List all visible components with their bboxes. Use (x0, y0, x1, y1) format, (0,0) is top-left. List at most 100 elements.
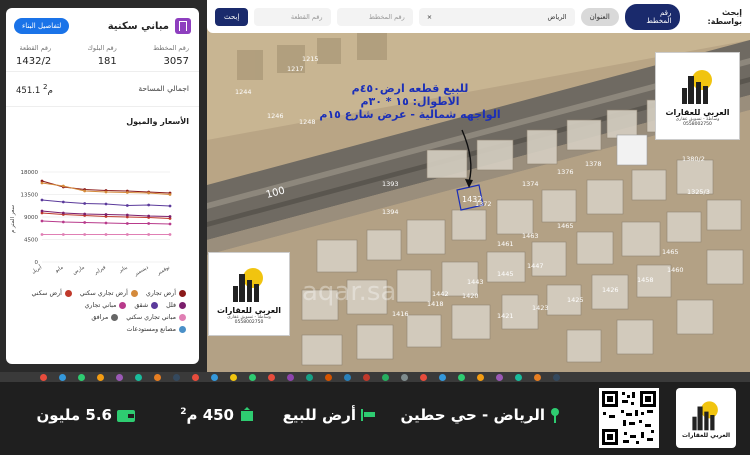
legend-item[interactable]: مرافق (91, 314, 119, 321)
qr-code[interactable] (599, 388, 659, 448)
annotation-line-2: الاطوال: ١٥ * ٣٠م (360, 95, 460, 108)
series-point[interactable] (61, 220, 65, 224)
taskbar-app-icon[interactable] (211, 373, 218, 381)
series-point[interactable] (147, 222, 151, 225)
series-point[interactable] (147, 203, 151, 207)
series-point[interactable] (40, 198, 44, 202)
series-point[interactable] (147, 233, 151, 236)
taskbar-app-icon[interactable] (553, 373, 560, 381)
taskbar-app-icon[interactable] (135, 373, 142, 381)
taskbar-app-icon[interactable] (382, 373, 389, 381)
y-tick-label: 18000 (21, 170, 39, 176)
series-point[interactable] (125, 222, 129, 225)
taskbar-app-icon[interactable] (230, 373, 237, 381)
plot-number: 1393 (382, 180, 399, 188)
panel-header: مباني سكنية لتفاصيل البناء (6, 8, 199, 40)
series-point[interactable] (125, 213, 129, 217)
series-point[interactable] (168, 215, 172, 218)
legend-item[interactable]: أرض سكني (32, 290, 72, 297)
taskbar-app-icon[interactable] (154, 373, 161, 381)
taskbar-app-icon[interactable] (344, 373, 351, 381)
search-button[interactable]: إبحث (214, 7, 249, 26)
series-point[interactable] (125, 204, 129, 207)
taskbar-app-icon[interactable] (59, 373, 66, 381)
taskbar-app-icon[interactable] (268, 373, 275, 381)
series-point[interactable] (40, 233, 44, 236)
series-point[interactable] (125, 191, 129, 194)
map-annotation: للبيع قطعه ارض٤٥٠م الاطوال: ١٥ * ٣٠م الو… (300, 82, 520, 121)
map-watermark: aqar.sa (302, 277, 396, 307)
legend-dot-icon (179, 326, 186, 333)
legend-label: أرض سكني (31, 290, 62, 297)
logo-name: العربي للعقارات (665, 107, 730, 117)
legend-item[interactable]: أرض تجاري سكني (80, 290, 138, 297)
series-point[interactable] (104, 190, 108, 194)
legend-item[interactable]: مصانع ومستودعات (127, 326, 186, 333)
taskbar-app-icon[interactable] (515, 373, 522, 381)
series-point[interactable] (104, 221, 108, 225)
series-point[interactable] (104, 213, 108, 216)
taskbar-app-icon[interactable] (173, 373, 180, 381)
plot-number: 1443 (467, 278, 484, 286)
tab-address[interactable]: العنوان (580, 7, 619, 26)
series-point[interactable] (40, 209, 44, 213)
series-point[interactable] (61, 211, 65, 215)
series-point[interactable] (168, 222, 172, 226)
building-details-button[interactable]: لتفاصيل البناء (14, 18, 70, 34)
panel-title: مباني سكنية (108, 18, 191, 34)
series-point[interactable] (168, 193, 172, 196)
taskbar-app-icon[interactable] (439, 373, 446, 381)
taskbar-app-icon[interactable] (97, 373, 104, 381)
series-point[interactable] (61, 233, 65, 236)
area-value: 451.1 م2 (16, 82, 53, 96)
series-point[interactable] (83, 233, 87, 236)
taskbar-app-icon[interactable] (40, 373, 47, 381)
taskbar-app-icon[interactable] (458, 373, 465, 381)
legend-item[interactable]: مباني تجاري (85, 302, 127, 309)
legend-dot-icon (111, 314, 119, 321)
taskbar-app-icon[interactable] (249, 373, 256, 381)
taskbar-app-icon[interactable] (192, 373, 199, 381)
x-tick-label: مارس (72, 264, 86, 276)
taskbar-app-icon[interactable] (116, 373, 123, 381)
clear-icon[interactable]: × (427, 13, 432, 21)
taskbar-app-icon[interactable] (287, 373, 294, 381)
taskbar-app-icon[interactable] (363, 373, 370, 381)
taskbar-app-icon[interactable] (325, 373, 332, 381)
taskbar-app-icon[interactable] (420, 373, 427, 381)
plot-number: 1465 (662, 248, 679, 256)
x-tick-label: نوفمبر (155, 265, 171, 277)
series-point[interactable] (125, 233, 129, 236)
parcel-number-input[interactable]: رقم القطعة (254, 7, 331, 26)
city-select[interactable]: الرياض × (418, 7, 575, 26)
taskbar-app-icon[interactable] (534, 373, 541, 381)
series-point[interactable] (104, 202, 108, 206)
taskbar-app-icon[interactable] (306, 373, 313, 381)
series-point[interactable] (83, 202, 87, 205)
plot-number: 1378 (585, 160, 602, 168)
series-point[interactable] (40, 181, 44, 185)
series-point[interactable] (147, 214, 151, 218)
legend-item[interactable]: فلل (166, 302, 186, 309)
series-point[interactable] (61, 200, 65, 204)
series-point[interactable] (83, 189, 87, 193)
series-point[interactable] (83, 221, 87, 224)
taskbar-app-icon[interactable] (401, 373, 408, 381)
series-point[interactable] (83, 212, 87, 216)
series-point[interactable] (61, 184, 65, 188)
legend-item[interactable]: شقق (134, 302, 159, 309)
taskbar-app-icon[interactable] (496, 373, 503, 381)
series-point[interactable] (168, 233, 172, 236)
legend-dot-icon (179, 290, 186, 297)
series-point[interactable] (40, 219, 44, 223)
series-point[interactable] (104, 233, 108, 236)
legend-item[interactable]: أرض تجاري (146, 290, 186, 297)
taskbar-app-icon[interactable] (477, 373, 484, 381)
taskbar-app-icon[interactable] (78, 373, 85, 381)
legend-label: مباني تجاري سكني (126, 314, 176, 321)
series-point[interactable] (147, 191, 151, 195)
legend-item[interactable]: مباني تجاري سكني (126, 314, 186, 321)
plan-number-input[interactable]: رقم المخطط (336, 7, 413, 26)
tab-plan-number[interactable]: رقم المخطط (624, 3, 681, 30)
series-point[interactable] (168, 204, 172, 208)
